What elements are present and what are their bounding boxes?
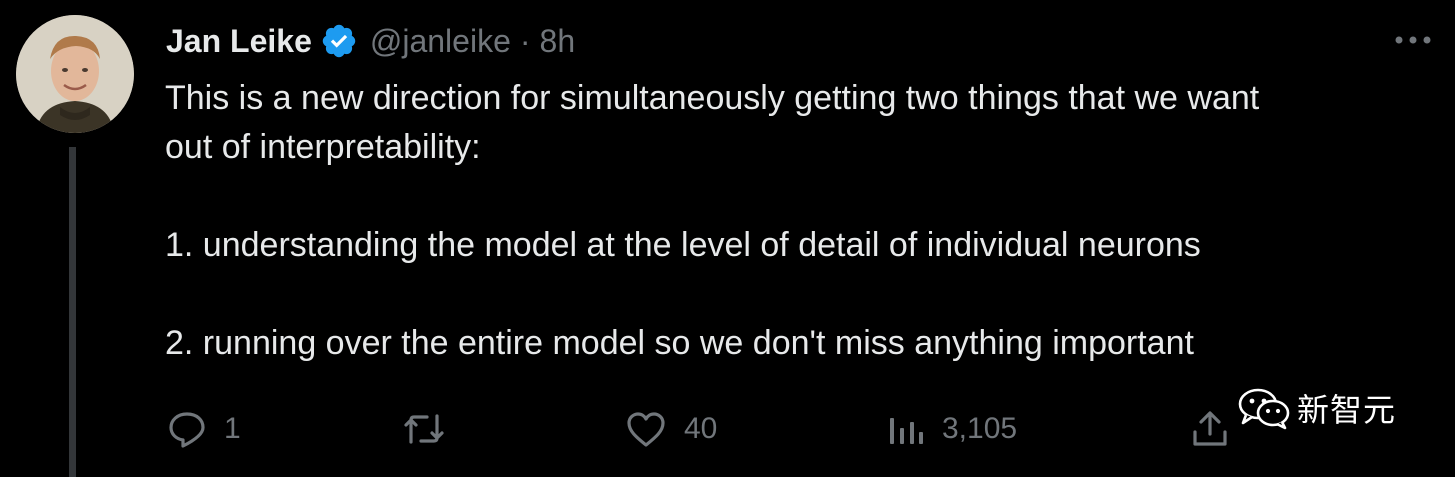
- author-handle[interactable]: @janleike: [370, 23, 511, 60]
- author-display-name[interactable]: Jan Leike: [166, 23, 312, 60]
- reply-button[interactable]: 1: [166, 403, 241, 455]
- verified-badge-icon: [320, 22, 358, 60]
- tweet-timestamp[interactable]: 8h: [540, 23, 576, 60]
- watermark: 新智元: [1237, 384, 1396, 432]
- tweet-text-line: out of interpretability:: [165, 128, 481, 166]
- tweet-text-line: 1. understanding the model at the level …: [165, 226, 1201, 264]
- share-button[interactable]: [1188, 403, 1232, 455]
- views-count: 3,105: [942, 412, 1018, 445]
- like-count: 40: [684, 412, 718, 445]
- share-icon: [1188, 408, 1232, 450]
- views-icon: [886, 408, 926, 450]
- avatar-photo-icon: [16, 15, 134, 133]
- reply-count: 1: [224, 412, 241, 445]
- wechat-icon: [1237, 386, 1291, 430]
- retweet-icon: [402, 408, 446, 450]
- views-button[interactable]: 3,105: [886, 403, 1017, 455]
- reply-icon: [166, 408, 208, 450]
- tweet-text-line: 2. running over the entire model so we d…: [165, 324, 1194, 362]
- heart-icon: [624, 408, 668, 450]
- tweet-text: This is a new direction for simultaneous…: [165, 74, 1435, 368]
- tweet-header: Jan Leike @janleike · 8h: [166, 18, 575, 64]
- tweet-text-line: This is a new direction for simultaneous…: [165, 79, 1260, 117]
- watermark-brand: 新智元: [1297, 391, 1397, 429]
- header-separator: ·: [519, 22, 531, 59]
- retweet-button[interactable]: [402, 403, 462, 455]
- more-options-icon[interactable]: [1393, 30, 1433, 50]
- avatar[interactable]: [16, 15, 134, 133]
- like-button[interactable]: 40: [624, 403, 717, 455]
